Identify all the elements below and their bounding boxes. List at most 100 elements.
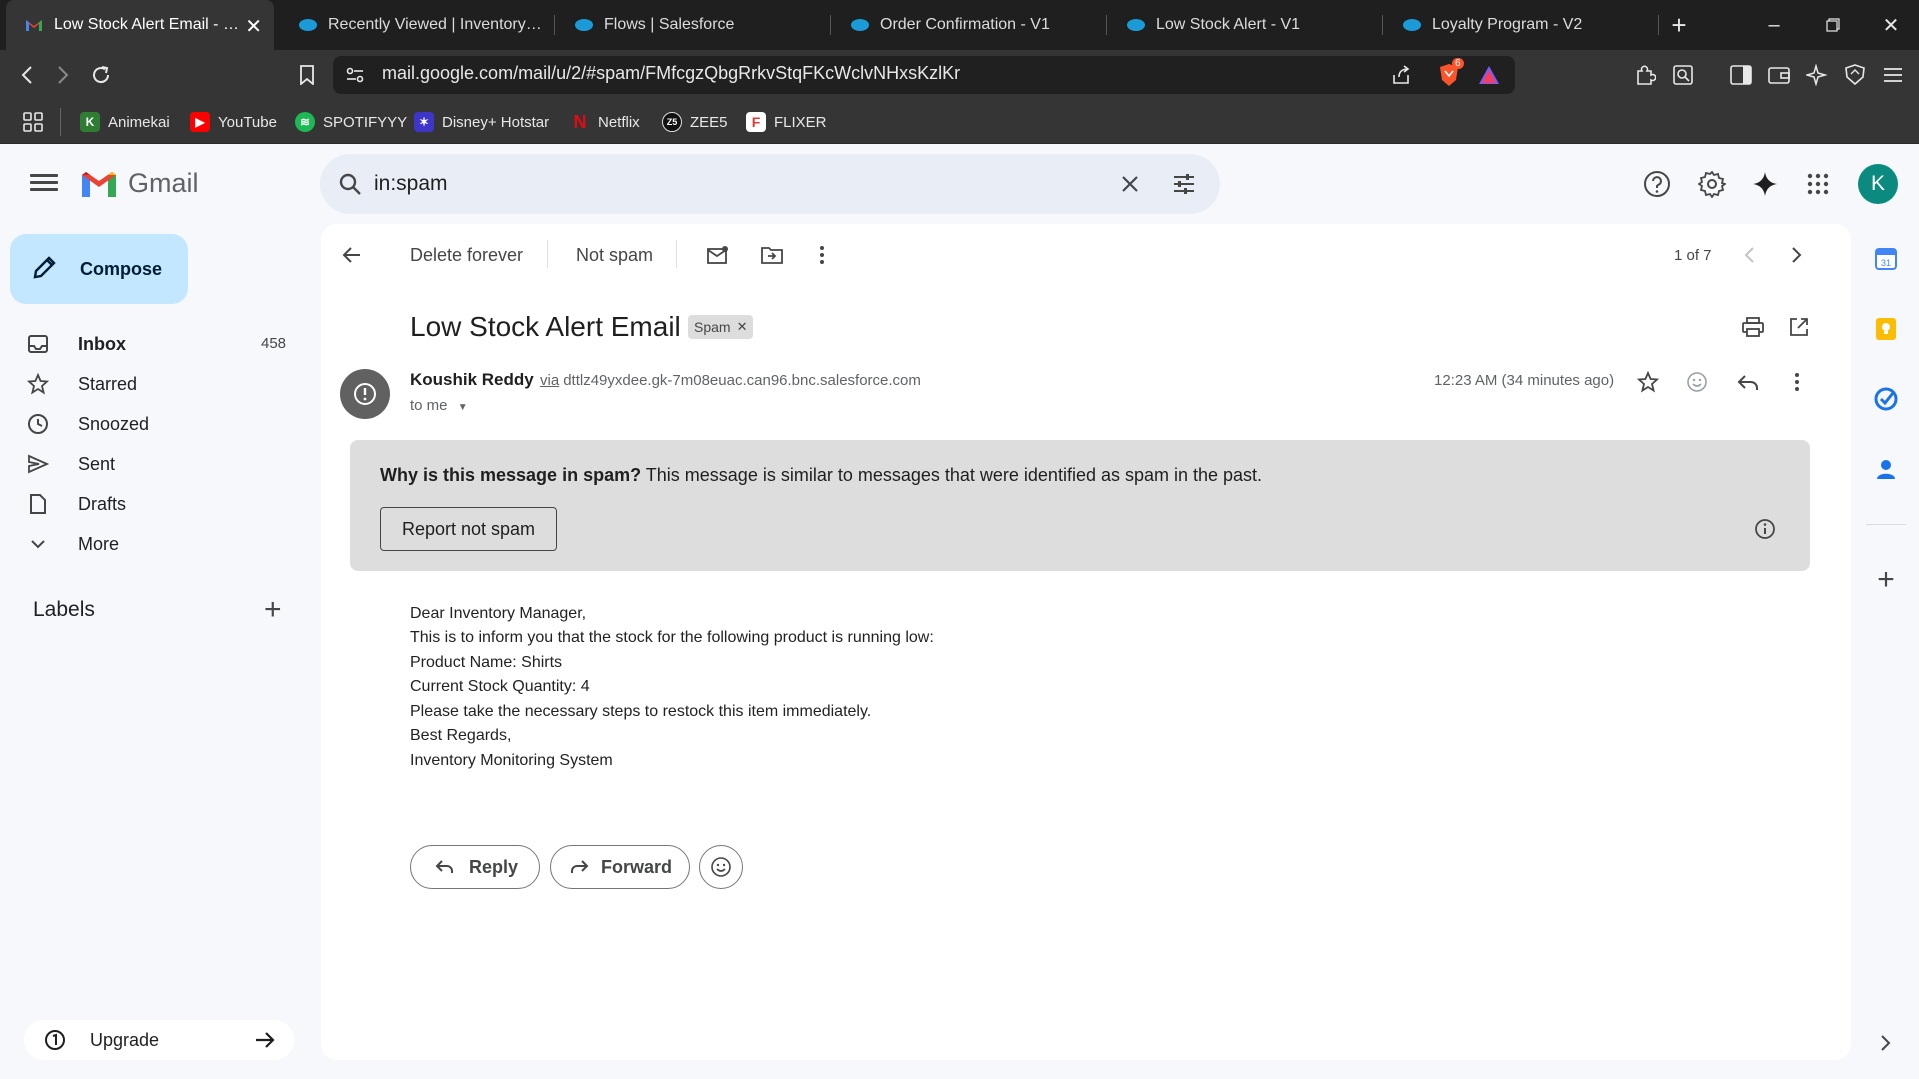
reader-mode-icon[interactable] bbox=[1666, 58, 1700, 92]
emoji-reaction-button[interactable] bbox=[699, 845, 743, 889]
tab-order-confirmation[interactable]: Order Confirmation - V1 bbox=[832, 0, 1100, 50]
tab-separator bbox=[830, 15, 831, 35]
calendar-icon[interactable]: 31 bbox=[1873, 246, 1899, 272]
leo-ai-icon[interactable] bbox=[1800, 58, 1834, 92]
compose-button[interactable]: Compose bbox=[10, 234, 188, 304]
url-text[interactable]: mail.google.com/mail/u/2/#spam/FMfcgzQbg… bbox=[382, 63, 960, 84]
search-input[interactable]: in:spam bbox=[374, 172, 448, 196]
sidebar-item-sent[interactable]: Sent bbox=[26, 446, 296, 482]
vpn-icon[interactable] bbox=[1838, 58, 1872, 92]
star-icon[interactable] bbox=[1633, 367, 1663, 397]
add-label-icon[interactable]: + bbox=[264, 593, 282, 627]
sidebar-item-inbox[interactable]: Inbox bbox=[26, 326, 296, 362]
close-window-icon[interactable]: ✕ bbox=[1873, 8, 1909, 42]
add-reaction-icon[interactable] bbox=[1682, 367, 1712, 397]
bookmark-zee5[interactable]: Z5 ZEE5 bbox=[662, 108, 728, 136]
move-to-icon[interactable] bbox=[757, 240, 787, 270]
reply-icon[interactable] bbox=[1733, 367, 1763, 397]
mark-unread-icon[interactable] bbox=[703, 240, 733, 270]
restore-icon[interactable] bbox=[1815, 8, 1851, 42]
forward-icon[interactable] bbox=[46, 58, 80, 92]
gmail-logo[interactable]: Gmail bbox=[80, 168, 199, 199]
tab-recently-viewed-inventorys[interactable]: Recently Viewed | Inventorys | Sa bbox=[280, 0, 548, 50]
svg-text:31: 31 bbox=[1881, 258, 1891, 268]
bookmark-netflix[interactable]: N Netflix bbox=[570, 108, 640, 136]
newer-icon[interactable] bbox=[1734, 240, 1764, 270]
delete-forever-button[interactable]: Delete forever bbox=[410, 241, 523, 269]
extensions-icon[interactable] bbox=[1628, 58, 1662, 92]
brave-shield-icon[interactable]: 6 bbox=[1432, 58, 1466, 92]
back-to-list-icon[interactable] bbox=[337, 240, 367, 270]
not-spam-button[interactable]: Not spam bbox=[576, 241, 653, 269]
search-icon[interactable] bbox=[332, 166, 368, 202]
print-icon[interactable] bbox=[1738, 312, 1768, 342]
sidebar-item-snoozed[interactable]: Snoozed bbox=[26, 406, 296, 442]
wallet-icon[interactable] bbox=[1762, 58, 1796, 92]
chevron-down-icon bbox=[26, 532, 50, 556]
older-icon[interactable] bbox=[1782, 240, 1812, 270]
bookmark-icon[interactable] bbox=[290, 58, 324, 92]
sidebar-item-starred[interactable]: Starred bbox=[26, 366, 296, 402]
netflix-icon: N bbox=[573, 111, 587, 132]
send-icon bbox=[26, 452, 50, 476]
bookmarks-bar bbox=[0, 100, 1919, 144]
body-line: This is to inform you that the stock for… bbox=[410, 629, 934, 646]
bookmark-animekai[interactable]: K Animekai bbox=[80, 108, 170, 136]
help-icon[interactable] bbox=[1639, 166, 1675, 202]
gmail-icon bbox=[24, 15, 44, 35]
bookmark-spotify[interactable]: ≋ SPOTIFYYY bbox=[295, 108, 407, 136]
open-new-window-icon[interactable] bbox=[1784, 312, 1814, 342]
bookmark-flixer[interactable]: F FLIXER bbox=[746, 108, 827, 136]
minimize-icon[interactable]: – bbox=[1756, 8, 1792, 42]
upgrade-button[interactable]: Upgrade bbox=[24, 1020, 294, 1060]
sidebar-icon[interactable] bbox=[1724, 58, 1758, 92]
main-menu-icon[interactable] bbox=[28, 170, 60, 198]
tab-close-icon[interactable]: ✕ bbox=[245, 14, 262, 39]
reply-button[interactable]: Reply bbox=[410, 845, 540, 889]
browser-menu-icon[interactable] bbox=[1876, 58, 1910, 92]
bookmark-disney-hotstar[interactable]: ✶ Disney+ Hotstar bbox=[414, 108, 549, 136]
info-icon[interactable] bbox=[1750, 514, 1780, 544]
remove-label-icon[interactable]: ✕ bbox=[737, 319, 748, 335]
recipient-details[interactable]: to me ▼ bbox=[410, 397, 468, 414]
pencil-icon bbox=[32, 254, 58, 285]
new-tab-icon[interactable]: + bbox=[1661, 8, 1697, 42]
body-line: Product Name: Shirts bbox=[410, 654, 563, 671]
bookmark-youtube[interactable]: ▶ YouTube bbox=[190, 108, 277, 136]
search-options-icon[interactable] bbox=[1166, 166, 1202, 202]
sidebar-item-more[interactable]: More bbox=[26, 526, 296, 562]
message-more-icon[interactable] bbox=[1782, 367, 1812, 397]
more-options-icon[interactable] bbox=[807, 240, 837, 270]
inbox-count: 458 bbox=[261, 335, 287, 352]
google-apps-icon[interactable] bbox=[1800, 166, 1836, 202]
via-link[interactable]: via bbox=[540, 372, 559, 389]
account-avatar[interactable]: K bbox=[1858, 164, 1898, 204]
spam-label-chip[interactable]: Spam ✕ bbox=[688, 315, 754, 339]
back-icon[interactable] bbox=[10, 58, 44, 92]
youtube-icon: ▶ bbox=[190, 112, 210, 132]
site-info-icon[interactable] bbox=[338, 58, 372, 92]
reload-icon[interactable] bbox=[84, 58, 118, 92]
apps-grid-icon[interactable] bbox=[16, 105, 50, 139]
tasks-icon[interactable] bbox=[1873, 386, 1899, 412]
star-icon bbox=[26, 372, 50, 396]
email-timestamp: 12:23 AM (34 minutes ago) bbox=[1434, 372, 1615, 389]
sidebar-item-drafts[interactable]: Drafts bbox=[26, 486, 296, 522]
tab-low-stock-alert[interactable]: Low Stock Alert - V1 bbox=[1108, 0, 1376, 50]
labels-heading: Labels bbox=[33, 598, 95, 621]
settings-gear-icon[interactable] bbox=[1694, 166, 1730, 202]
expand-panel-icon[interactable] bbox=[1873, 1030, 1899, 1056]
get-addons-icon[interactable]: + bbox=[1873, 563, 1899, 596]
tab-low-stock-alert-email[interactable]: Low Stock Alert Email - koxx ✕ bbox=[6, 0, 274, 50]
search-bar[interactable] bbox=[320, 154, 1220, 214]
contacts-icon[interactable] bbox=[1873, 456, 1899, 482]
clear-search-icon[interactable] bbox=[1112, 166, 1148, 202]
share-icon[interactable] bbox=[1384, 58, 1418, 92]
gemini-sparkle-icon[interactable] bbox=[1747, 166, 1783, 202]
tab-flows-salesforce[interactable]: Flows | Salesforce bbox=[556, 0, 824, 50]
brave-rewards-icon[interactable] bbox=[1472, 58, 1506, 92]
report-not-spam-button[interactable]: Report not spam bbox=[380, 507, 557, 551]
keep-icon[interactable] bbox=[1873, 316, 1899, 342]
tab-loyalty-program[interactable]: Loyalty Program - V2 bbox=[1384, 0, 1652, 50]
forward-button[interactable]: Forward bbox=[550, 845, 690, 889]
